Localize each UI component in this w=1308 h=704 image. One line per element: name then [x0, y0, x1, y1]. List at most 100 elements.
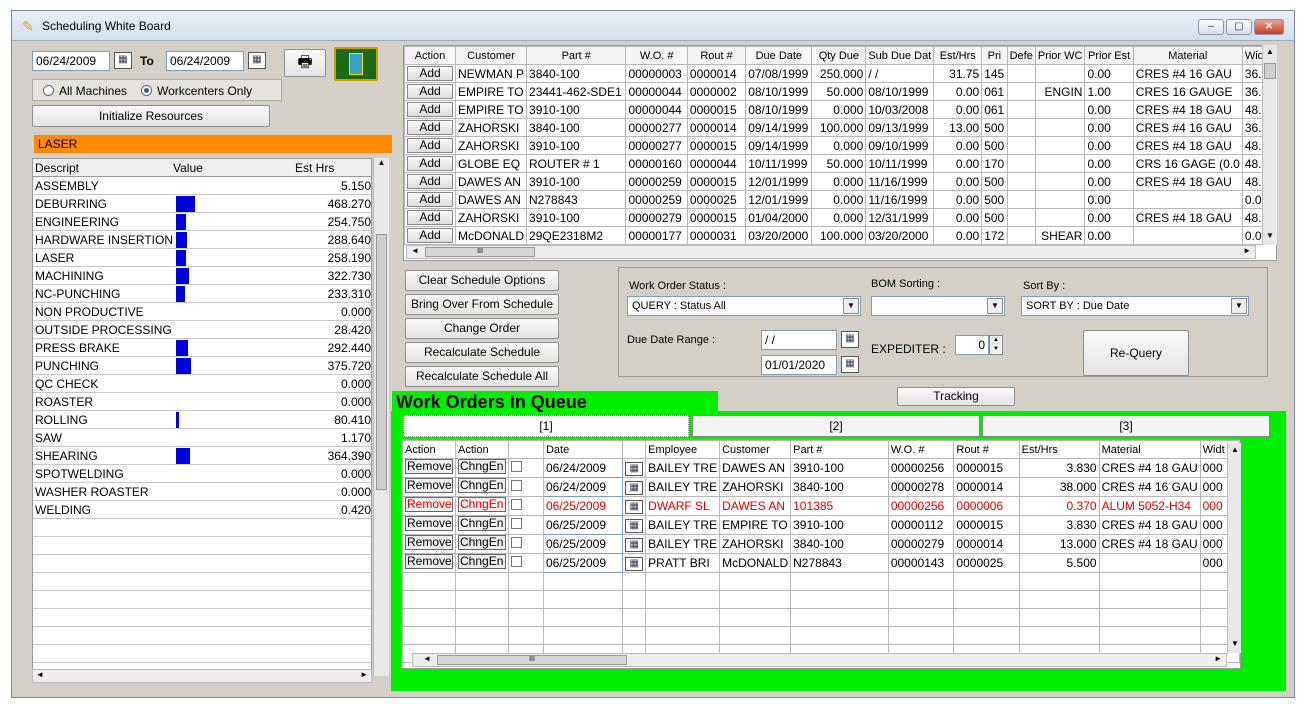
column-header[interactable]: [508, 440, 544, 459]
requery-button[interactable]: Re-Query: [1083, 330, 1189, 376]
column-header[interactable]: Action: [455, 440, 509, 459]
resource-row[interactable]: SPOTWELDING 0.000: [33, 465, 371, 483]
queue-row[interactable]: Remove ChngEn 06/24/2009 ▦ BAILEY TRE DAWES A…: [402, 458, 1240, 478]
calendar-icon[interactable]: ▦: [841, 331, 859, 348]
column-header[interactable]: W.O. #: [625, 46, 688, 65]
resource-row[interactable]: PUNCHING 375.720: [33, 357, 371, 375]
queue-row[interactable]: Remove ChngEn 06/25/2009 ▦ PRATT BRI McDONALD…: [402, 553, 1240, 573]
add-button[interactable]: Add: [407, 156, 453, 171]
column-header[interactable]: Est/Hrs: [1018, 440, 1100, 459]
change-employee-button[interactable]: ChngEn: [458, 554, 506, 569]
scroll-thumb[interactable]: [1264, 63, 1276, 79]
resource-row[interactable]: ROASTER 0.000: [33, 393, 371, 411]
calendar-icon[interactable]: ▦: [625, 462, 644, 476]
row-checkbox[interactable]: [511, 480, 522, 491]
resource-list-hscroll[interactable]: ◄ ►: [32, 669, 372, 683]
column-header[interactable]: Rout #: [953, 440, 1020, 459]
column-header[interactable]: Sub Due Dat: [865, 46, 935, 65]
scroll-down-icon[interactable]: ▼: [1231, 639, 1239, 648]
queue-tab-2[interactable]: [2]: [692, 415, 980, 437]
recalculate-schedule-all-button[interactable]: Recalculate Schedule All: [405, 366, 559, 387]
column-header[interactable]: Customer: [454, 46, 528, 65]
row-checkbox[interactable]: [511, 461, 522, 472]
remove-button[interactable]: Remove: [405, 516, 453, 531]
scroll-right-icon[interactable]: ►: [360, 670, 368, 679]
resource-list-scrollbar[interactable]: ▲: [373, 158, 389, 676]
table-row[interactable]: Add EMPIRE TO 23441-462-SDE1 00000044 000000…: [404, 82, 1276, 101]
add-button[interactable]: Add: [407, 120, 453, 135]
column-header[interactable]: Qty Due: [811, 46, 867, 65]
expediter-stepper[interactable]: 0: [955, 335, 989, 355]
calendar-icon[interactable]: ▦: [248, 52, 266, 69]
resource-row[interactable]: NON PRODUCTIVE 0.000: [33, 303, 371, 321]
date-cell[interactable]: 06/25/2009: [542, 515, 624, 535]
date-cell[interactable]: 06/25/2009: [542, 534, 624, 554]
column-header[interactable]: Prior Est: [1084, 46, 1134, 65]
scroll-thumb[interactable]: III: [425, 247, 535, 257]
resource-row[interactable]: QC CHECK 0.000: [33, 375, 371, 393]
date-to-input[interactable]: 06/24/2009: [166, 51, 244, 71]
schedule-grid-vscroll[interactable]: ▲ ▼: [1262, 45, 1277, 245]
date-cell[interactable]: 06/24/2009: [542, 458, 624, 478]
resource-row[interactable]: ASSEMBLY 5.150: [33, 177, 371, 195]
resource-row[interactable]: NC-PUNCHING 233.310: [33, 285, 371, 303]
scroll-up-icon[interactable]: ▲: [1231, 445, 1239, 454]
column-header[interactable]: Due Date: [745, 46, 813, 65]
row-checkbox[interactable]: [511, 518, 522, 529]
change-order-button[interactable]: Change Order: [405, 318, 559, 339]
queue-tab-3[interactable]: [3]: [982, 415, 1270, 437]
resource-row[interactable]: WASHER ROASTER 0.000: [33, 483, 371, 501]
add-button[interactable]: Add: [407, 138, 453, 153]
row-checkbox[interactable]: [511, 556, 522, 567]
date-cell[interactable]: 06/24/2009: [542, 477, 624, 497]
chevron-down-icon[interactable]: ▼: [1231, 298, 1247, 314]
table-row[interactable]: Add GLOBE EQ ROUTER # 1 00000160 0000044 10/1…: [404, 154, 1276, 173]
schedule-grid-hscroll[interactable]: ◄ III ►: [406, 245, 1256, 259]
radio-all-machines[interactable]: [43, 85, 54, 96]
spinner-arrows-icon[interactable]: ▲ ▼: [989, 335, 1003, 355]
initialize-resources-button[interactable]: Initialize Resources: [32, 105, 270, 127]
column-header[interactable]: Customer: [719, 440, 792, 459]
column-header[interactable]: Part #: [790, 440, 889, 459]
column-header[interactable]: Action: [402, 440, 456, 459]
queue-row[interactable]: Remove ChngEn 06/25/2009 ▦ BAILEY TRE EMPIRE …: [402, 515, 1240, 535]
queue-grid-vscroll[interactable]: ▲ ▼: [1227, 443, 1241, 653]
remove-button[interactable]: Remove: [405, 497, 453, 512]
table-row[interactable]: Add NEWMAN P 3840-100 00000003 0000014 07/08/…: [404, 64, 1276, 83]
queue-tab-1[interactable]: [1]: [403, 415, 689, 437]
scroll-down-icon[interactable]: ▼: [1266, 231, 1274, 240]
add-button[interactable]: Add: [407, 174, 453, 189]
column-header[interactable]: [622, 440, 647, 459]
resource-row[interactable]: WELDING 0.420: [33, 501, 371, 519]
row-checkbox[interactable]: [511, 499, 522, 510]
resource-row[interactable]: HARDWARE INSERTION 288.640: [33, 231, 371, 249]
resource-row[interactable]: OUTSIDE PROCESSING 28.420: [33, 321, 371, 339]
column-header[interactable]: Date: [542, 440, 624, 459]
scroll-thumb[interactable]: [376, 234, 387, 490]
date-cell[interactable]: 06/25/2009: [542, 553, 624, 573]
change-employee-button[interactable]: ChngEn: [458, 497, 506, 512]
scroll-left-icon[interactable]: ◄: [36, 670, 44, 679]
scroll-right-icon[interactable]: ►: [1214, 654, 1222, 663]
date-cell[interactable]: 06/25/2009: [542, 496, 624, 516]
due-date-from-input[interactable]: / /: [761, 330, 837, 350]
add-button[interactable]: Add: [407, 102, 453, 117]
scroll-left-icon[interactable]: ◄: [423, 654, 431, 663]
resource-row[interactable]: MACHINING 322.730: [33, 267, 371, 285]
column-header[interactable]: Employee: [645, 440, 721, 459]
chevron-down-icon[interactable]: ▼: [843, 298, 859, 314]
add-button[interactable]: Add: [407, 210, 453, 225]
queue-row[interactable]: Remove ChngEn 06/25/2009 ▦ DWARF SL DAWES AN 1…: [402, 496, 1240, 516]
bom-sorting-select[interactable]: ▼: [871, 296, 1005, 316]
scroll-right-icon[interactable]: ►: [1243, 246, 1251, 255]
column-header[interactable]: W.O. #: [887, 440, 955, 459]
print-button[interactable]: 🖶: [284, 49, 326, 77]
remove-button[interactable]: Remove: [405, 554, 453, 569]
table-row[interactable]: Add ZAHORSKI 3840-100 00000277 0000014 09/14/…: [404, 118, 1276, 137]
table-row[interactable]: Add McDONALD 29QE2318M2 00000177 0000031 03/2…: [404, 226, 1276, 245]
change-employee-button[interactable]: ChngEn: [458, 459, 506, 474]
sort-by-select[interactable]: SORT BY : Due Date ▼: [1021, 296, 1249, 316]
add-button[interactable]: Add: [407, 84, 453, 99]
queue-row[interactable]: Remove ChngEn 06/25/2009 ▦ BAILEY TRE ZAHORSK…: [402, 534, 1240, 554]
queue-grid-hscroll[interactable]: ◄ III ►: [412, 653, 1227, 667]
